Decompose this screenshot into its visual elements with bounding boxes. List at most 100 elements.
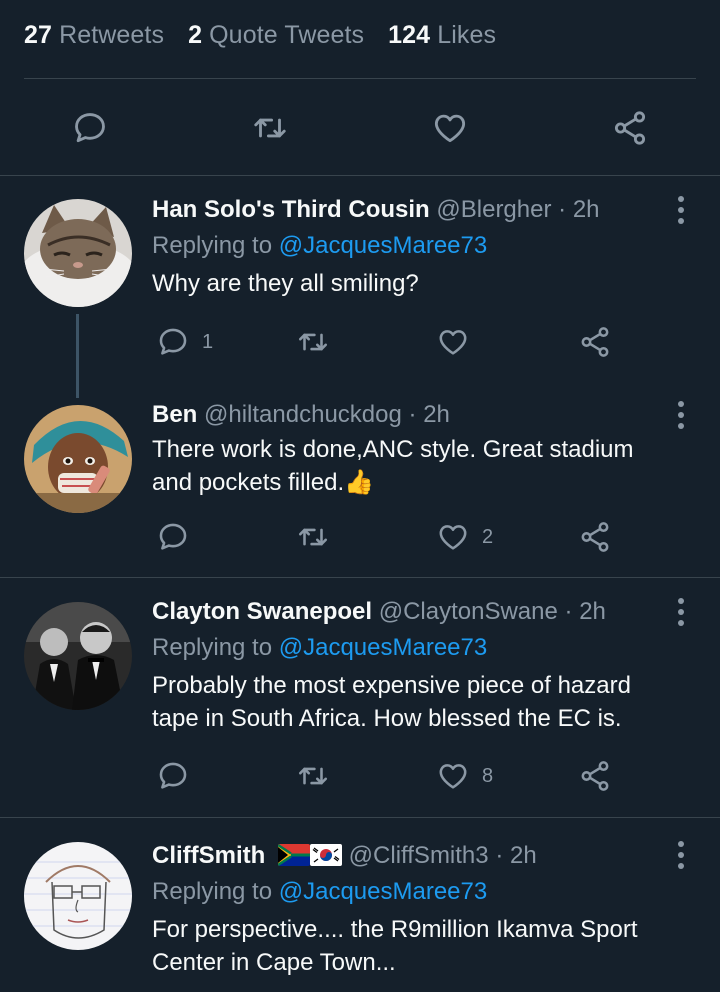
reply-button[interactable] <box>70 108 110 148</box>
like-button[interactable] <box>430 108 470 148</box>
more-options-button[interactable] <box>676 196 686 224</box>
reply-tweet[interactable]: CliffSmith @CliffSmith3 · 2h Replying to… <box>152 841 720 979</box>
thumbs-up-emoji: 👍 <box>344 469 375 496</box>
reply-divider <box>0 817 720 818</box>
user-handle[interactable]: @Blergher <box>436 196 551 223</box>
reply-icon <box>159 523 187 550</box>
tweet-text: Why are they all smiling? <box>152 270 419 297</box>
tweet-action-bar <box>0 80 720 174</box>
replying-to-link[interactable]: @JacquesMaree73 <box>279 634 487 661</box>
photo-avatar-image <box>24 602 132 710</box>
display-name[interactable]: Ben <box>152 401 197 428</box>
painted-girl-avatar-image <box>24 405 132 513</box>
south-africa-flag <box>278 844 310 866</box>
reply-tweet[interactable]: Ben @hiltandchuckdog · 2h There work is … <box>152 400 720 499</box>
reply-button[interactable] <box>156 756 190 796</box>
action-bar-divider <box>0 175 720 176</box>
tweet-actions: 2 <box>152 517 622 557</box>
reply-tweet[interactable]: Han Solo's Third Cousin @Blergher · 2h R… <box>152 195 720 300</box>
share-button[interactable] <box>578 756 612 796</box>
tweet-text-line: Probably the most expensive piece of haz… <box>152 672 631 699</box>
like-button[interactable] <box>436 322 470 362</box>
retweets-label: Retweets <box>59 20 165 49</box>
display-name[interactable]: Han Solo's Third Cousin <box>152 196 430 223</box>
share-button[interactable] <box>578 517 612 557</box>
timestamp[interactable]: 2h <box>573 196 600 223</box>
heart-icon <box>439 525 467 550</box>
more-options-button[interactable] <box>676 841 686 869</box>
share-icon <box>581 327 609 357</box>
replying-to: Replying to @JacquesMaree73 <box>152 877 720 907</box>
user-handle[interactable]: @CliffSmith3 <box>349 842 489 869</box>
reply-icon <box>159 762 187 789</box>
retweet-button[interactable] <box>296 756 330 796</box>
display-name[interactable]: Clayton Swanepoel <box>152 598 372 625</box>
retweet-button[interactable] <box>250 108 290 148</box>
tweet-actions: 8 <box>152 756 622 796</box>
tweet-header: Ben @hiltandchuckdog · 2h <box>152 400 720 430</box>
like-count: 8 <box>482 764 494 787</box>
tweet-header: Clayton Swanepoel @ClaytonSwane · 2h <box>152 597 720 627</box>
tweet-text: For perspective.... the R9million Ikamva… <box>152 913 720 979</box>
likes-stat[interactable]: 124 Likes <box>388 21 496 50</box>
tweet-text: Probably the most expensive piece of haz… <box>152 669 720 735</box>
retweet-button[interactable] <box>296 517 330 557</box>
tweet-header: CliffSmith @CliffSmith3 · 2h <box>152 841 720 871</box>
heart-icon <box>434 114 466 143</box>
replying-to-link[interactable]: @JacquesMaree73 <box>279 878 487 905</box>
likes-label: Likes <box>437 20 497 49</box>
retweet-icon <box>254 118 286 138</box>
user-handle[interactable]: @hiltandchuckdog <box>204 401 402 428</box>
replying-to-link[interactable]: @JacquesMaree73 <box>279 232 487 259</box>
separator-dot: · <box>495 842 504 869</box>
retweet-button[interactable] <box>296 322 330 362</box>
retweets-stat[interactable]: 27 Retweets <box>24 21 164 50</box>
cat-avatar-image <box>24 199 132 307</box>
tweet-text-line: tape in South Africa. How blessed the EC… <box>152 705 622 732</box>
quote-tweets-stat[interactable]: 2 Quote Tweets <box>188 21 364 50</box>
like-button[interactable]: 8 <box>436 756 493 796</box>
reply-icon <box>159 328 187 355</box>
share-button[interactable] <box>610 108 650 148</box>
stats-divider <box>24 78 696 79</box>
tweet-text-line: For perspective.... the R9million Ikamva… <box>152 916 638 943</box>
separator-dot: · <box>564 598 573 625</box>
share-icon <box>581 761 609 791</box>
retweet-icon <box>298 528 328 546</box>
timestamp[interactable]: 2h <box>510 842 537 869</box>
avatar[interactable] <box>24 842 132 950</box>
replying-to-label: Replying to <box>152 878 273 905</box>
heart-icon <box>439 330 467 355</box>
user-handle[interactable]: @ClaytonSwane <box>379 598 558 625</box>
quote-tweets-label: Quote Tweets <box>209 20 365 49</box>
quote-tweets-count: 2 <box>188 20 203 49</box>
more-options-button[interactable] <box>676 598 686 626</box>
timestamp[interactable]: 2h <box>579 598 606 625</box>
separator-dot: · <box>558 196 567 223</box>
avatar[interactable] <box>24 405 132 513</box>
heart-icon <box>439 764 467 789</box>
south-korea-flag-image <box>310 844 342 866</box>
avatar[interactable] <box>24 602 132 710</box>
reply-button[interactable] <box>156 517 190 557</box>
reply-button[interactable]: 1 <box>156 322 213 362</box>
more-options-button[interactable] <box>676 401 686 429</box>
display-name[interactable]: CliffSmith <box>152 842 265 869</box>
engagement-stats: 27 Retweets 2 Quote Tweets 124 Likes <box>24 18 520 52</box>
reply-divider <box>0 577 720 578</box>
separator-dot: · <box>408 401 417 428</box>
tweet-text-line: Center in Cape Town... <box>152 949 396 976</box>
likes-count: 124 <box>388 20 431 49</box>
tweet-text: There work is done,ANC style. Great stad… <box>152 433 720 499</box>
timestamp[interactable]: 2h <box>423 401 450 428</box>
avatar[interactable] <box>24 199 132 307</box>
reply-tweet[interactable]: Clayton Swanepoel @ClaytonSwane · 2h Rep… <box>152 597 720 735</box>
share-button[interactable] <box>578 322 612 362</box>
retweet-icon <box>298 767 328 785</box>
tweet-text-line: and pockets filled. <box>152 469 345 496</box>
retweets-count: 27 <box>24 20 53 49</box>
replying-to: Replying to @JacquesMaree73 <box>152 231 720 261</box>
reply-count: 1 <box>202 330 214 353</box>
south-africa-flag-image <box>278 844 310 866</box>
like-button[interactable]: 2 <box>436 517 493 557</box>
